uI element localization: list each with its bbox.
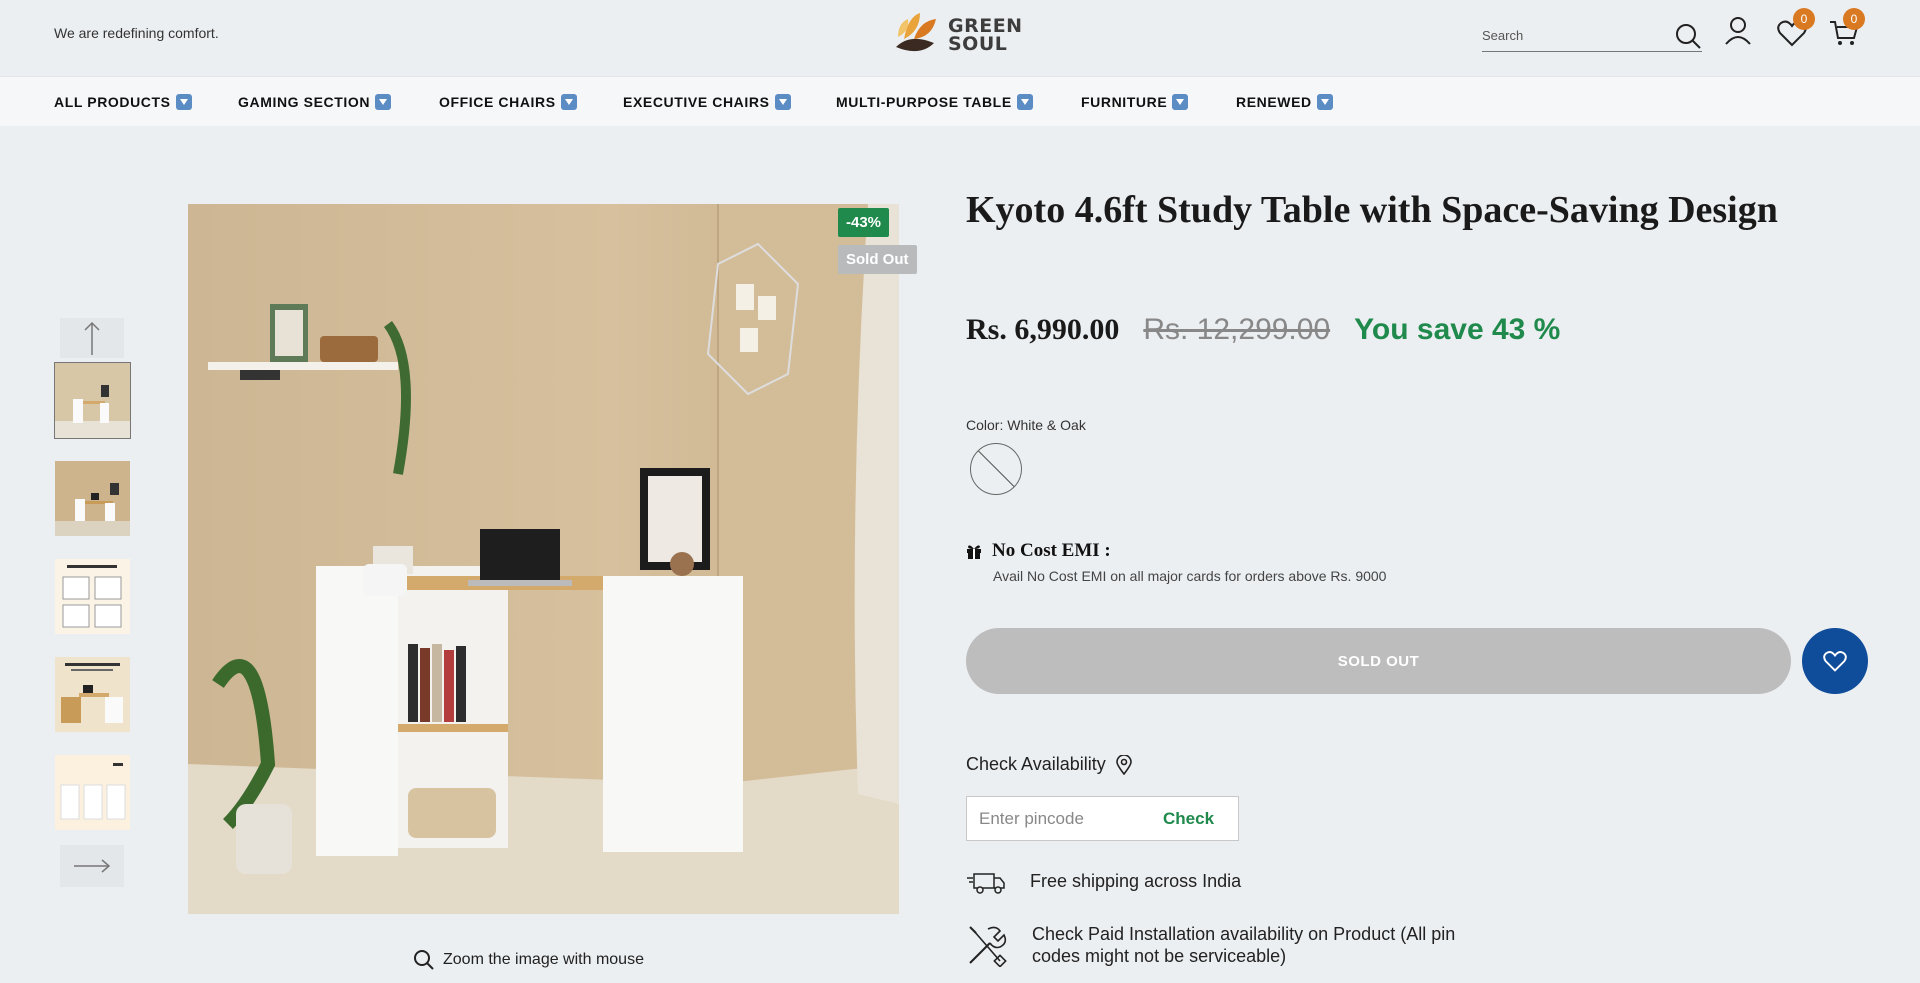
pincode-input[interactable]: [967, 798, 1157, 839]
nav-item-label: MULTI-PURPOSE TABLE: [836, 94, 1012, 110]
thumbnail-image: [55, 755, 130, 830]
nav-item-executive-chairs[interactable]: EXECUTIVE CHAIRS: [623, 94, 791, 110]
nav-item-label: GAMING SECTION: [238, 94, 371, 110]
product-thumbnail[interactable]: [55, 461, 130, 536]
thumbnail-image: [55, 461, 130, 536]
product-thumbnail[interactable]: [55, 657, 130, 732]
delivery-truck-icon: [967, 873, 1005, 894]
nav-item-gaming-section[interactable]: GAMING SECTION: [238, 94, 392, 110]
sale-price: Rs. 6,990.00: [966, 313, 1120, 346]
product-thumbnail[interactable]: [54, 362, 131, 439]
cart-count-badge: 0: [1843, 8, 1865, 30]
discount-badge: -43%: [838, 208, 890, 237]
feature-free-shipping: Free shipping across India: [966, 870, 1241, 896]
product-main-image[interactable]: [188, 204, 899, 914]
heart-icon: [1823, 651, 1847, 672]
wishlist-count-badge: 0: [1793, 8, 1815, 30]
compare-price: Rs. 12,299.00: [1143, 313, 1331, 346]
emi-heading: No Cost EMI :: [966, 540, 1111, 562]
nav-item-office-chairs[interactable]: OFFICE CHAIRS: [439, 94, 577, 110]
logo-wordmark: GREEN SOUL: [948, 17, 1023, 55]
feature-text: Check Paid Installation availability on …: [1032, 924, 1456, 966]
add-to-wishlist-button[interactable]: [1802, 628, 1868, 694]
thumbnail-image: [55, 363, 130, 438]
dropdown-arrow-icon: [774, 94, 791, 110]
dropdown-arrow-icon: [1316, 94, 1333, 110]
nav-item-label: OFFICE CHAIRS: [439, 94, 556, 110]
nav-item-label: FURNITURE: [1081, 94, 1168, 110]
tools-icon: [969, 926, 1007, 967]
zoom-hint-text: Zoom the image with mouse: [443, 951, 644, 968]
nav-item-all-products[interactable]: ALL PRODUCTS: [54, 94, 192, 110]
nav-item-renewed[interactable]: RENEWED: [1236, 94, 1333, 110]
location-pin-icon: [1115, 754, 1132, 775]
search-input[interactable]: [1482, 20, 1672, 50]
logo-mark-icon: [896, 13, 936, 52]
price-row: Rs. 6,990.00 Rs. 12,299.00 You save 43 %: [966, 313, 1560, 347]
feature-text: Free shipping across India: [1030, 871, 1242, 891]
sold-out-button[interactable]: SOLD OUT: [966, 628, 1791, 694]
search-icon[interactable]: [1674, 22, 1702, 55]
product-photo: [188, 204, 899, 914]
emi-description: Avail No Cost EMI on all major cards for…: [993, 568, 1387, 584]
availability-label: Check Availability: [966, 754, 1106, 774]
thumbnail-image: [55, 657, 130, 732]
pincode-form: Check: [966, 796, 1239, 841]
savings-text: You save 43 %: [1354, 313, 1561, 346]
dropdown-arrow-icon: [375, 94, 392, 110]
product-thumbnail[interactable]: [55, 559, 130, 634]
brand-logo[interactable]: GREEN SOUL: [890, 6, 1023, 64]
nav-item-furniture[interactable]: FURNITURE: [1081, 94, 1189, 110]
dropdown-arrow-icon: [175, 94, 192, 110]
top-header: We are redefining comfort. GREEN SOUL 0 …: [0, 0, 1920, 76]
product-thumbnail[interactable]: [55, 755, 130, 830]
main-nav: ALL PRODUCTS GAMING SECTION OFFICE CHAIR…: [0, 76, 1920, 126]
emi-title: No Cost EMI :: [992, 540, 1111, 561]
nav-item-multi-purpose-table[interactable]: MULTI-PURPOSE TABLE: [836, 94, 1033, 110]
sold-out-badge: Sold Out: [838, 245, 917, 274]
tagline: We are redefining comfort.: [54, 25, 219, 41]
nav-item-label: EXECUTIVE CHAIRS: [623, 94, 770, 110]
gift-icon: [967, 545, 981, 559]
dropdown-arrow-icon: [1016, 94, 1033, 110]
search-icon: [414, 950, 434, 970]
feature-paid-installation: Check Paid Installation availability on …: [966, 923, 1486, 967]
availability-heading: Check Availability: [966, 754, 1132, 775]
thumbnail-prev-button[interactable]: [60, 318, 124, 358]
arrow-up-icon: [84, 321, 100, 355]
search-bar: [1482, 20, 1702, 52]
arrow-right-icon: [74, 859, 111, 873]
zoom-hint: Zoom the image with mouse: [413, 949, 644, 971]
account-icon[interactable]: [1724, 16, 1752, 51]
thumbnail-image: [55, 559, 130, 634]
check-pincode-button[interactable]: Check: [1163, 809, 1214, 829]
logo-line-2: SOUL: [948, 33, 1008, 55]
color-swatch-white-oak[interactable]: [970, 443, 1022, 495]
color-label: Color: White & Oak: [966, 417, 1086, 433]
thumbnail-next-button[interactable]: [60, 845, 124, 887]
dropdown-arrow-icon: [1172, 94, 1189, 110]
dropdown-arrow-icon: [560, 94, 577, 110]
nav-item-label: ALL PRODUCTS: [54, 94, 171, 110]
product-title: Kyoto 4.6ft Study Table with Space-Savin…: [966, 189, 1778, 231]
nav-item-label: RENEWED: [1236, 94, 1312, 110]
